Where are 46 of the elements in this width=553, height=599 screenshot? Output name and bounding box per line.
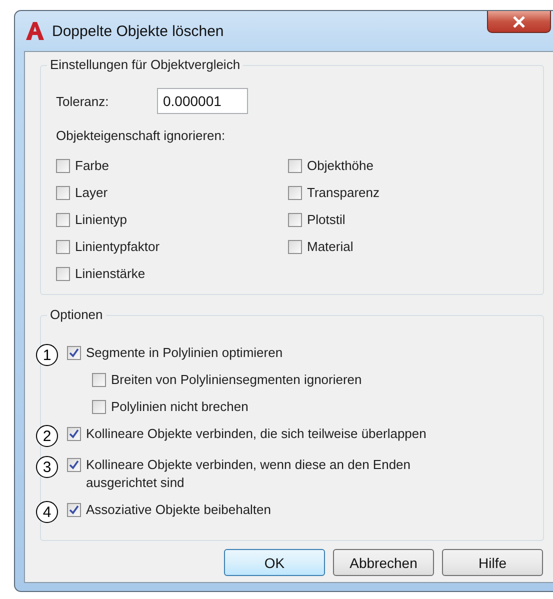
checkbox-label[interactable]: Breiten von Polyliniensegmenten ignorieren xyxy=(111,371,362,389)
checkbox[interactable] xyxy=(288,186,302,200)
checkbox-label[interactable]: Polylinien nicht brechen xyxy=(111,398,248,416)
checkbox[interactable] xyxy=(92,373,106,387)
checkbox-label[interactable]: Linientyp xyxy=(75,211,128,229)
checkbox-label[interactable]: Linienstärke xyxy=(75,265,146,283)
checkbox[interactable] xyxy=(67,458,81,472)
checkbox[interactable] xyxy=(56,213,70,227)
app-logo-icon xyxy=(24,20,46,42)
checkbox-label[interactable]: Kollineare Objekte verbinden, wenn diese an den Enden ausgerichtet sind xyxy=(86,456,466,492)
field-label: Toleranz: xyxy=(56,94,110,108)
checkbox[interactable] xyxy=(67,346,81,360)
group-title: Optionen xyxy=(47,307,106,322)
close-icon xyxy=(512,16,526,28)
checkbox[interactable] xyxy=(92,400,106,414)
checkbox[interactable] xyxy=(288,159,302,173)
checkbox[interactable] xyxy=(56,240,70,254)
checkbox[interactable] xyxy=(56,159,70,173)
callout-number: 4 xyxy=(36,501,58,523)
checkbox-label[interactable]: Material xyxy=(307,238,354,256)
callout-number: 3 xyxy=(36,456,58,478)
checkbox-label[interactable]: Farbe xyxy=(75,157,109,175)
checkbox-label[interactable]: Layer xyxy=(75,184,108,202)
checkbox[interactable] xyxy=(56,186,70,200)
checkbox[interactable] xyxy=(56,267,70,281)
tolerance-field[interactable]: 0.000001 xyxy=(157,88,248,114)
checkbox-label[interactable]: Segmente in Polylinien optimieren xyxy=(86,344,283,362)
checkbox-label[interactable]: Kollineare Objekte verbinden, die sich teilweise überlappen xyxy=(86,425,426,443)
dialog-button[interactable]: Hilfe xyxy=(442,549,543,576)
checkbox[interactable] xyxy=(67,427,81,441)
callout-number: 2 xyxy=(36,425,58,447)
dialog-button[interactable]: Abbrechen xyxy=(333,549,434,576)
close-button[interactable] xyxy=(487,11,551,33)
checkbox-label[interactable]: Transparenz xyxy=(307,184,380,202)
checkbox-label[interactable]: Assoziative Objekte beibehalten xyxy=(86,501,272,519)
checkbox-label[interactable]: Linientypfaktor xyxy=(75,238,160,256)
checkbox[interactable] xyxy=(67,503,81,517)
checkbox[interactable] xyxy=(288,213,302,227)
checkbox-label[interactable]: Objekthöhe xyxy=(307,157,374,175)
section-label: Objekteigenschaft ignorieren: xyxy=(56,128,226,143)
group-title: Einstellungen für Objektvergleich xyxy=(47,57,244,72)
checkbox-label[interactable]: Plotstil xyxy=(307,211,346,229)
checkbox[interactable] xyxy=(288,240,302,254)
window-title: Doppelte Objekte löschen xyxy=(52,22,224,40)
callout-number: 1 xyxy=(36,344,58,366)
dialog-button[interactable]: OK xyxy=(224,549,325,576)
